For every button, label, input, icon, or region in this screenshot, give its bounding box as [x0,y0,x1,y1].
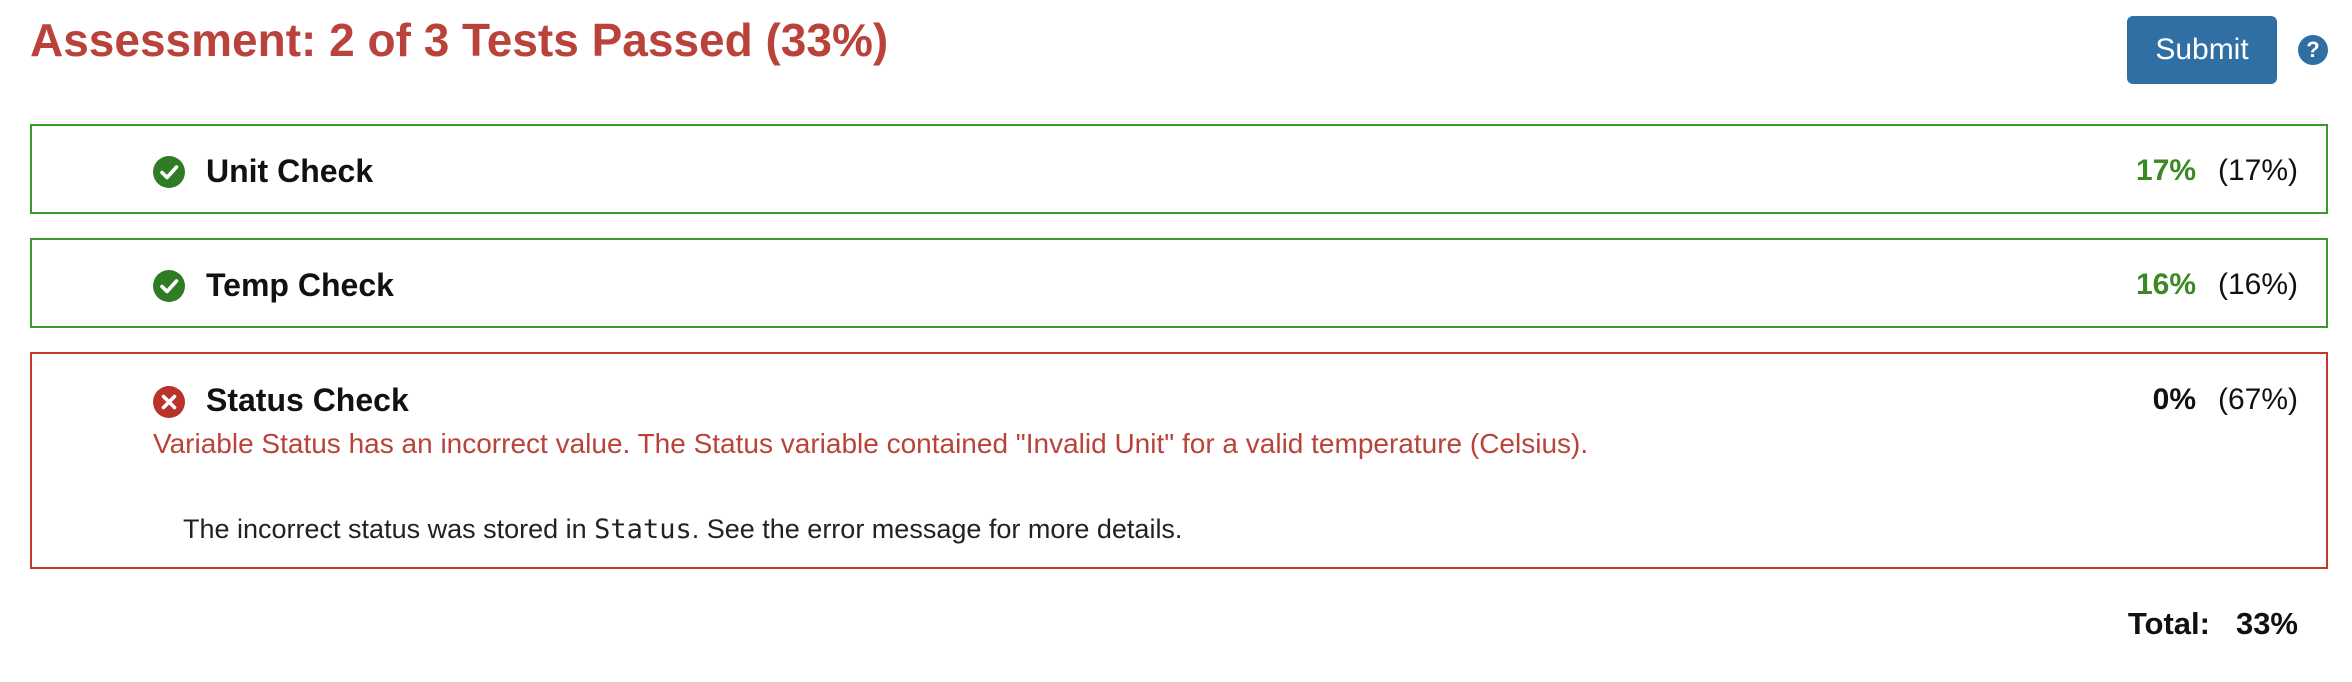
error-detail: The incorrect status was stored in Statu… [183,511,1182,548]
test-card-temp-check: Temp Check 16% (16%) [30,238,2328,328]
test-weight: (17%) [2217,154,2298,187]
test-weight: (16%) [2217,268,2298,301]
test-score: 16% [2135,268,2196,301]
x-circle-icon [153,386,185,418]
error-message: Variable Status has an incorrect value. … [153,428,1589,459]
help-icon[interactable]: ? [2298,35,2328,65]
test-card-status-check: Status Check 0% (67%) Variable Status ha… [30,352,2328,569]
submit-button[interactable]: Submit [2127,16,2277,84]
test-name: Status Check [206,382,409,418]
total-score: Total: 33% [2128,604,2298,644]
variable-code: Status [594,514,692,545]
test-name: Unit Check [206,153,374,189]
page-title: Assessment: 2 of 3 Tests Passed (33%) [30,14,889,66]
test-card-unit-check: Unit Check 17% (17%) [30,124,2328,214]
detail-text: . See the error message for more details… [691,514,1183,544]
check-circle-icon [153,156,185,188]
total-label: Total: [2127,606,2210,641]
test-score: 17% [2135,154,2196,187]
assessment-page: Assessment: 2 of 3 Tests Passed (33%) Su… [0,0,2352,682]
check-circle-icon [153,270,185,302]
test-weight: (67%) [2217,383,2298,416]
test-score: 0% [2152,383,2196,416]
total-value: 33% [2235,606,2298,641]
detail-text: The incorrect status was stored in [183,514,595,544]
test-name: Temp Check [206,267,394,303]
